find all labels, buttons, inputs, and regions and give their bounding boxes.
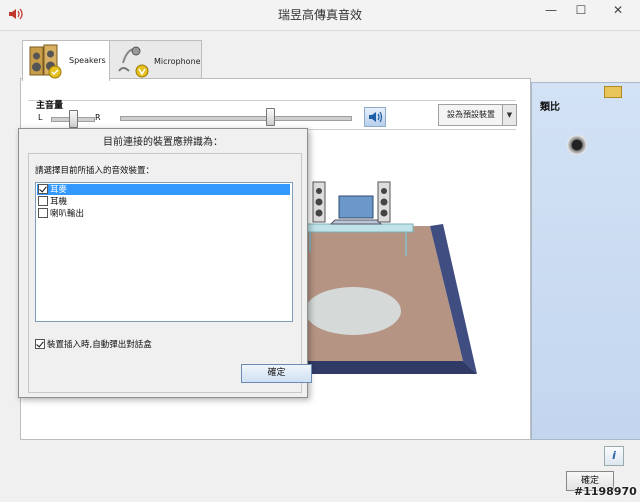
device-list[interactable]: 耳麥 耳機 喇叭輸出	[35, 182, 293, 322]
auto-popup-option[interactable]: 裝置插入時,自動彈出對話盒	[34, 338, 152, 350]
master-volume-track[interactable]	[120, 116, 352, 121]
dialog-title: 目前連接的裝置應辨識為：	[103, 137, 223, 148]
info-button[interactable]: i	[604, 446, 624, 466]
dialog-prompt: 請選擇目前所插入的音效裝置：	[35, 166, 155, 176]
volume-icon	[369, 111, 383, 123]
list-item-label: 耳麥	[50, 185, 68, 195]
tab-microphone-label: Microphone	[154, 57, 201, 66]
checkbox-headset[interactable]	[38, 184, 48, 194]
tab-speakers[interactable]: Speakers	[22, 40, 110, 81]
mute-button[interactable]	[364, 107, 386, 127]
tab-microphone[interactable]: Microphone	[109, 40, 202, 80]
tab-speakers-label: Speakers	[69, 56, 106, 65]
checkbox-headphones[interactable]	[38, 196, 48, 206]
close-button[interactable]: ✕	[596, 0, 640, 22]
sweet-spot	[305, 287, 401, 335]
balance-right-label: R	[95, 113, 101, 122]
room-floor-front	[305, 361, 477, 374]
main-volume-label: 主音量	[36, 101, 64, 111]
laptop	[329, 195, 383, 225]
list-item-headset[interactable]: 耳麥	[37, 184, 290, 195]
list-item-speaker-out[interactable]: 喇叭輸出	[37, 208, 290, 219]
analog-panel	[531, 82, 640, 440]
auto-popup-label: 裝置插入時,自動彈出對話盒	[47, 340, 152, 350]
list-item-label: 喇叭輸出	[50, 209, 85, 219]
maximize-button[interactable]: ☐	[566, 0, 596, 22]
set-default-device-button[interactable]: 設為預設裝置	[438, 104, 504, 126]
right-speaker	[377, 181, 391, 223]
folder-icon[interactable]	[604, 86, 622, 98]
master-volume-thumb[interactable]	[266, 108, 276, 126]
audio-jack-icon[interactable]	[567, 135, 587, 155]
room-illustration	[305, 166, 517, 428]
auto-popup-checkbox[interactable]	[35, 339, 45, 349]
balance-left-label: L	[38, 113, 43, 122]
list-item-headphones[interactable]: 耳機	[37, 196, 290, 207]
list-item-label: 耳機	[50, 197, 68, 207]
desk	[305, 223, 414, 233]
balance-slider-thumb[interactable]	[68, 110, 78, 128]
left-speaker	[312, 181, 326, 223]
watermark: #1198970	[574, 485, 637, 498]
checkbox-speaker-out[interactable]	[38, 208, 48, 218]
minimize-button[interactable]: —	[536, 0, 566, 22]
device-detection-dialog: 目前連接的裝置應辨識為： 請選擇目前所插入的音效裝置： 耳麥 耳機 喇叭輸出 裝…	[18, 128, 312, 398]
microphone-icon	[115, 45, 149, 82]
dialog-ok-button[interactable]: 確定	[241, 364, 312, 383]
dialog-body: 請選擇目前所插入的音效裝置： 耳麥 耳機 喇叭輸出 裝置插入時,自動彈出對話盒 …	[28, 153, 312, 393]
analog-label: 類比	[540, 102, 560, 113]
speaker-icon	[28, 43, 64, 82]
default-device-dropdown[interactable]: ▼	[502, 104, 517, 126]
